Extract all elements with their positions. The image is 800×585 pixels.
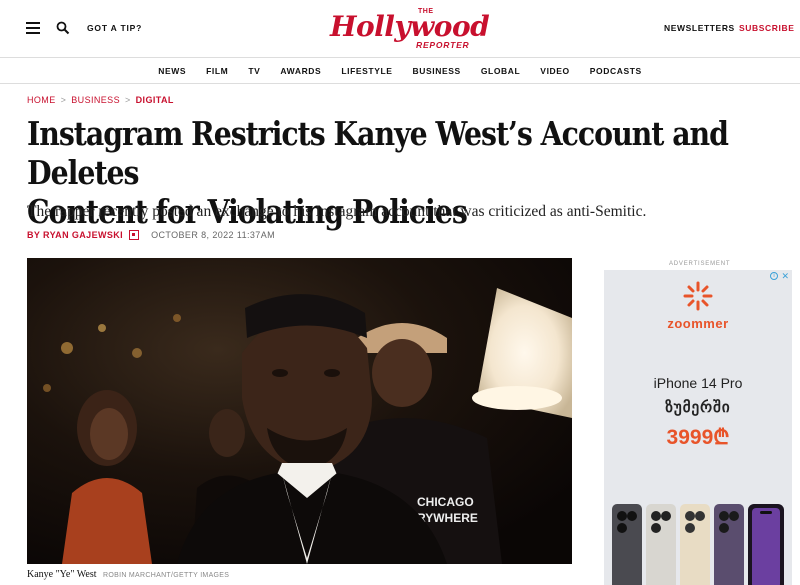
- logo-main-text: Hollywood: [330, 10, 490, 43]
- author-profile-icon[interactable]: [129, 230, 140, 240]
- got-a-tip-link[interactable]: GOT A TIP?: [87, 23, 142, 33]
- breadcrumb-digital[interactable]: DIGITAL: [136, 95, 174, 105]
- ad-price: 3999₾: [666, 426, 730, 449]
- byline: BY RYAN GAJEWSKI OCTOBER 8, 2022 11:37AM: [27, 230, 275, 240]
- main-nav: NEWS FILM TV AWARDS LIFESTYLE BUSINESS G…: [0, 58, 800, 84]
- ad-close-icon[interactable]: ✕: [781, 271, 789, 282]
- search-icon[interactable]: [56, 21, 70, 35]
- ad-phones-image: [612, 504, 784, 585]
- ad-brand: zoommer: [667, 316, 729, 331]
- caption-credit: ROBIN MARCHANT/GETTY IMAGES: [103, 572, 230, 579]
- breadcrumb-home[interactable]: HOME: [27, 95, 56, 105]
- publish-date: OCTOBER 8, 2022 11:37AM: [151, 230, 276, 240]
- hamburger-menu-icon[interactable]: [26, 22, 40, 34]
- ad-georgian-text: ზუმერში: [665, 399, 731, 416]
- ad-model: iPhone 14 Pro: [653, 375, 743, 391]
- nav-item-awards[interactable]: AWARDS: [280, 66, 321, 76]
- hero-photo-illustration: CHICAGO RYWHERE: [27, 258, 572, 564]
- shirt-text-2: RYWHERE: [417, 511, 478, 525]
- headline-line-1: Instagram Restricts Kanye West’s Account…: [27, 114, 729, 192]
- author-link[interactable]: BY RYAN GAJEWSKI: [27, 230, 123, 240]
- logo-sub-text: REPORTER: [416, 40, 470, 50]
- nav-item-podcasts[interactable]: PODCASTS: [590, 66, 642, 76]
- site-header: GOT A TIP? THE Hollywood REPORTER NEWSLE…: [0, 0, 800, 58]
- nav-item-business[interactable]: BUSINESS: [413, 66, 461, 76]
- article-dek: The rapper recently posted an exchange t…: [27, 203, 647, 220]
- breadcrumb-separator: >: [60, 95, 67, 105]
- breadcrumb-business[interactable]: BUSINESS: [71, 95, 120, 105]
- breadcrumb: HOME > BUSINESS > DIGITAL: [27, 95, 174, 105]
- nav-item-video[interactable]: VIDEO: [540, 66, 569, 76]
- nav-item-global[interactable]: GLOBAL: [481, 66, 520, 76]
- advertisement[interactable]: i ✕ zoommer iPhone 14 Pro ზუმერში 3999₾: [604, 270, 792, 585]
- nav-item-tv[interactable]: TV: [248, 66, 260, 76]
- hero-image: CHICAGO RYWHERE: [27, 258, 572, 564]
- nav-item-lifestyle[interactable]: LIFESTYLE: [341, 66, 392, 76]
- zoommer-logo-icon: [683, 281, 713, 311]
- nav-item-news[interactable]: NEWS: [158, 66, 186, 76]
- caption-name: Kanye "Ye" West: [27, 569, 97, 580]
- nav-item-film[interactable]: FILM: [206, 66, 228, 76]
- image-caption: Kanye "Ye" West ROBIN MARCHANT/GETTY IMA…: [27, 569, 229, 580]
- newsletters-link[interactable]: NEWSLETTERS: [664, 23, 735, 33]
- ad-info-icon[interactable]: i: [770, 272, 778, 280]
- breadcrumb-separator: >: [124, 95, 131, 105]
- shirt-text-1: CHICAGO: [417, 495, 474, 509]
- ad-label: ADVERTISEMENT: [669, 261, 731, 267]
- site-logo[interactable]: THE Hollywood REPORTER: [330, 4, 490, 54]
- subscribe-link[interactable]: SUBSCRIBE: [739, 23, 794, 33]
